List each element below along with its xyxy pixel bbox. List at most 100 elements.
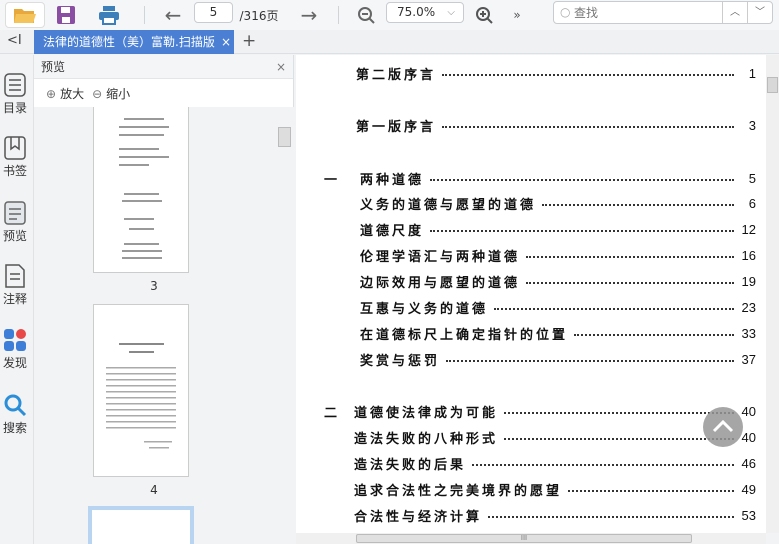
toc-leader-dots <box>574 330 734 336</box>
horizontal-scrollbar[interactable]: III <box>296 533 766 544</box>
search-input[interactable] <box>574 4 714 21</box>
nav-search[interactable]: 搜索 <box>0 392 30 436</box>
page-thumbnail-selected[interactable] <box>88 506 194 544</box>
toc-title: 在道德标尺上确定指针的位置 <box>360 327 569 343</box>
more-icon[interactable]: » <box>508 2 526 28</box>
print-icon[interactable] <box>95 2 123 28</box>
open-folder-icon[interactable] <box>5 2 45 28</box>
page-total: /316页 <box>239 8 279 23</box>
toc-title: 义务的道德与愿望的道德 <box>360 197 537 213</box>
toc-entry[interactable]: 第二版序言 1 <box>296 63 756 83</box>
toc-entry[interactable]: 一 两种道德 5 <box>296 168 756 188</box>
toc-title: 追求合法性之完美境界的愿望 <box>354 483 563 499</box>
toc-title: 两种道德 <box>360 172 425 188</box>
nav-label: 发现 <box>2 356 27 370</box>
toc-entry[interactable]: 义务的道德与愿望的道德 6 <box>296 193 756 213</box>
toc-entry[interactable]: 追求合法性之完美境界的愿望 49 <box>296 479 756 499</box>
save-icon[interactable] <box>53 2 79 28</box>
vertical-scrollbar[interactable] <box>766 55 779 533</box>
preview-title: 预览 <box>41 60 66 74</box>
thumbnail-label: 4 <box>150 483 158 497</box>
search-next-button[interactable]: ﹀ <box>747 2 772 23</box>
toc-entry[interactable]: 道德尺度 12 <box>296 219 756 239</box>
thumbnail-label: 3 <box>150 279 158 293</box>
toc-leader-dots <box>494 304 734 310</box>
toc-entry[interactable]: 造法失败的八种形式 40 <box>296 427 756 447</box>
page-input[interactable]: 5 <box>194 2 233 23</box>
zoom-out-icon[interactable] <box>354 2 378 28</box>
toc-leader-dots <box>430 175 734 181</box>
left-nav: 目录 书签 预览 注释 发现 搜索 <box>0 55 34 544</box>
page-thumbnail[interactable] <box>93 304 189 477</box>
toc-leader-dots <box>472 460 734 466</box>
page-thumbnail[interactable] <box>93 107 189 273</box>
prev-page-icon[interactable]: ← <box>160 2 186 28</box>
nav-label: 预览 <box>2 229 27 243</box>
toc-entry[interactable]: 第一版序言 3 <box>296 115 756 135</box>
toc-title: 合法性与经济计算 <box>354 509 483 525</box>
bookmark-icon <box>3 135 27 161</box>
toc-title: 伦理学语汇与两种道德 <box>360 249 521 265</box>
add-tab-button[interactable]: + <box>242 31 256 51</box>
back-to-top-button[interactable] <box>703 407 743 447</box>
search-box[interactable]: ○ ︿ ﹀ <box>553 1 773 24</box>
toolbar: ← 5 /316页 → 75.0% ⌵ » ○ ︿ ﹀ <box>0 0 779 30</box>
toc-page-number: 37 <box>741 351 756 367</box>
collapse-sidebar-button[interactable]: <I <box>7 33 22 48</box>
toc-entry[interactable]: 伦理学语汇与两种道德 16 <box>296 245 756 265</box>
tab-document[interactable]: 法律的道德性（美）富勒.扫描版 × <box>34 30 234 54</box>
preview-close-icon[interactable]: × <box>276 55 286 79</box>
next-page-icon[interactable]: → <box>296 2 322 28</box>
toc-leader-dots <box>442 70 734 76</box>
toc-leader-dots <box>504 434 734 440</box>
zoom-value: 75.0% <box>397 5 436 19</box>
toc-page-number: 23 <box>741 299 756 315</box>
preview-zoom-controls: ⊕ 放大 ⊖ 缩小 <box>46 85 130 102</box>
toc-leader-dots <box>446 356 734 362</box>
toc-title: 道德尺度 <box>360 223 425 239</box>
nav-preview[interactable]: 预览 <box>0 200 30 244</box>
toc-page-number: 53 <box>741 507 756 523</box>
zoom-select[interactable]: 75.0% ⌵ <box>386 2 464 23</box>
chevron-down-icon: ⌵ <box>447 7 455 18</box>
nav-toc[interactable]: 目录 <box>0 72 30 116</box>
annotation-icon <box>3 263 27 289</box>
toc-page-number: 3 <box>748 117 756 133</box>
zoom-in-icon[interactable]: ⊕ <box>46 87 56 101</box>
nav-annotation[interactable]: 注释 <box>0 263 30 307</box>
list-icon <box>3 72 27 98</box>
toc-page-number: 16 <box>741 247 756 263</box>
toc-entry[interactable]: 边际效用与愿望的道德 19 <box>296 271 756 291</box>
preview-zoom-out-button[interactable]: 缩小 <box>106 85 130 102</box>
nav-label: 搜索 <box>2 421 27 435</box>
preview-panel: 预览 × ⊕ 放大 ⊖ 缩小 3 4 <box>34 55 294 544</box>
chevron-up-icon <box>712 419 734 433</box>
toc-entry[interactable]: 合法性与经济计算 53 <box>296 505 756 525</box>
toc-title: 道德使法律成为可能 <box>354 405 499 421</box>
toc-leader-dots <box>504 408 734 414</box>
zoom-out-icon[interactable]: ⊖ <box>92 87 102 101</box>
toc-entry[interactable]: 造法失败的后果 46 <box>296 453 756 473</box>
toc-leader-dots <box>526 252 734 258</box>
toc-entry[interactable]: 二道德使法律成为可能 40 <box>296 401 756 421</box>
tab-close-icon[interactable]: × <box>218 30 231 54</box>
nav-discover[interactable]: 发现 <box>0 327 30 371</box>
preview-icon <box>3 200 27 226</box>
toc-entry[interactable]: 奖赏与惩罚 37 <box>296 349 756 369</box>
nav-bookmark[interactable]: 书签 <box>0 135 30 179</box>
toc-page-number: 19 <box>741 273 756 289</box>
toc-entry[interactable]: 互惠与义务的道德 23 <box>296 297 756 317</box>
search-prev-button[interactable]: ︿ <box>722 2 747 23</box>
preview-scrollbar[interactable] <box>278 127 291 147</box>
toc-entry[interactable]: 在道德标尺上确定指针的位置 33 <box>296 323 756 343</box>
toc-title: 奖赏与惩罚 <box>360 353 441 369</box>
thumbnail-list: 3 4 <box>34 107 294 544</box>
nav-label: 注释 <box>2 292 27 306</box>
toc-page-number: 5 <box>748 170 756 186</box>
toc-leader-dots <box>526 278 734 284</box>
zoom-in-icon[interactable] <box>472 2 496 28</box>
preview-zoom-in-button[interactable]: 放大 <box>60 85 84 102</box>
preview-header: 预览 × <box>34 55 293 79</box>
toc-leader-dots <box>542 200 734 206</box>
toc-title: 互惠与义务的道德 <box>360 301 489 317</box>
